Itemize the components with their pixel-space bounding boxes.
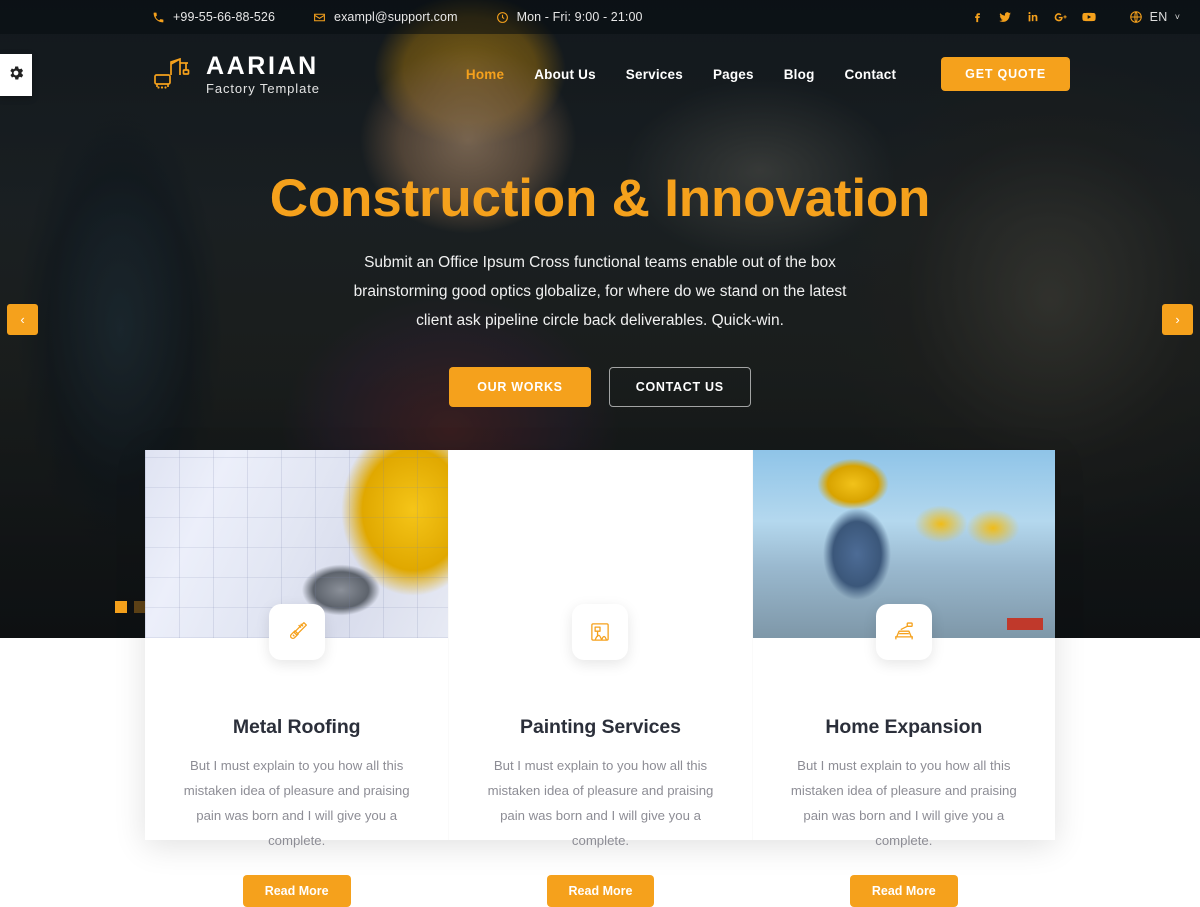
slider-dot-1[interactable] — [115, 601, 127, 613]
social-links — [969, 9, 1097, 25]
screw-bolt-icon — [268, 604, 325, 660]
read-more-button[interactable]: Read More — [546, 875, 655, 907]
slider-prev-button[interactable]: ‹ — [7, 304, 38, 335]
language-label: EN — [1149, 10, 1168, 24]
top-bar: +99-55-66-88-526 exampl@support.com Mon … — [0, 0, 1200, 34]
nav-item-pages[interactable]: Pages — [713, 67, 754, 82]
get-quote-button[interactable]: GET QUOTE — [941, 57, 1070, 91]
service-card-home-expansion: Home Expansion But I must explain to you… — [751, 450, 1055, 907]
paint-roller-icon — [572, 604, 629, 660]
chevron-left-icon: ‹ — [20, 312, 25, 327]
service-card-text: But I must explain to you how all this m… — [183, 758, 410, 849]
nav-item-services[interactable]: Services — [626, 67, 683, 82]
language-selector[interactable]: EN ˅ — [1129, 10, 1180, 24]
service-card-text: But I must explain to you how all this m… — [487, 758, 714, 849]
site-header: AARIAN Factory Template Home About Us Se… — [0, 34, 1200, 114]
logo-text: AARIAN Factory Template — [206, 51, 320, 96]
top-bar-contact-group: +99-55-66-88-526 exampl@support.com Mon … — [0, 10, 681, 24]
nav-item-contact[interactable]: Contact — [845, 67, 897, 82]
youtube-icon[interactable] — [1081, 9, 1097, 25]
gear-icon — [7, 64, 25, 87]
logo[interactable]: AARIAN Factory Template — [152, 51, 320, 96]
envelope-icon — [313, 11, 326, 24]
nav-item-blog[interactable]: Blog — [784, 67, 815, 82]
globe-icon — [1129, 10, 1143, 24]
hero-title: Construction & Innovation — [269, 169, 931, 228]
service-card-metal-roofing: Metal Roofing But I must explain to you … — [145, 450, 449, 907]
nav-item-home[interactable]: Home — [466, 67, 504, 82]
linkedin-icon[interactable] — [1025, 9, 1041, 25]
contact-us-button[interactable]: CONTACT US — [608, 367, 751, 408]
service-card-body: Painting Services But I must explain to … — [449, 638, 751, 907]
settings-toggle-button[interactable] — [0, 54, 32, 96]
chevron-down-icon: ˅ — [1174, 12, 1180, 22]
service-card-title: Painting Services — [520, 716, 681, 738]
slider-pagination — [115, 601, 146, 613]
hero-button-group: OUR WORKS CONTACT US — [0, 367, 1200, 408]
read-more-button[interactable]: Read More — [242, 875, 351, 907]
table-saw-icon — [875, 604, 932, 660]
service-card-title: Metal Roofing — [232, 716, 361, 738]
top-bar-right-group: EN ˅ — [969, 9, 1200, 25]
services-card-row: Metal Roofing But I must explain to you … — [145, 450, 1055, 907]
read-more-button[interactable]: Read More — [849, 875, 958, 907]
topbar-hours-text: Mon - Fri: 9:00 - 21:00 — [516, 10, 643, 24]
topbar-hours: Mon - Fri: 9:00 - 21:00 — [496, 10, 643, 24]
service-card-body: Home Expansion But I must explain to you… — [753, 638, 1055, 907]
brand-tagline: Factory Template — [206, 80, 320, 96]
topbar-phone[interactable]: +99-55-66-88-526 — [152, 10, 275, 24]
twitter-icon[interactable] — [997, 9, 1013, 25]
crane-icon — [152, 56, 196, 92]
chevron-right-icon: › — [1175, 312, 1180, 327]
topbar-phone-text: +99-55-66-88-526 — [173, 10, 276, 24]
phone-icon — [152, 11, 165, 24]
hero-subtitle: Submit an Office Ipsum Cross functional … — [353, 254, 847, 329]
nav-item-about-us[interactable]: About Us — [534, 67, 596, 82]
main-navigation: Home About Us Services Pages Blog Contac… — [466, 67, 896, 82]
google-plus-icon[interactable] — [1053, 9, 1069, 25]
service-card-body: Metal Roofing But I must explain to you … — [145, 638, 448, 907]
facebook-icon[interactable] — [969, 9, 985, 25]
our-works-button[interactable]: OUR WORKS — [449, 367, 591, 408]
service-card-title: Home Expansion — [825, 716, 983, 738]
topbar-email-text: exampl@support.com — [334, 10, 458, 24]
clock-icon — [496, 11, 509, 24]
service-card-text: But I must explain to you how all this m… — [790, 758, 1017, 849]
topbar-email[interactable]: exampl@support.com — [313, 10, 458, 24]
brand-name: AARIAN — [206, 51, 319, 80]
slider-next-button[interactable]: › — [1162, 304, 1193, 335]
service-card-painting-services: Painting Services But I must explain to … — [448, 450, 752, 907]
